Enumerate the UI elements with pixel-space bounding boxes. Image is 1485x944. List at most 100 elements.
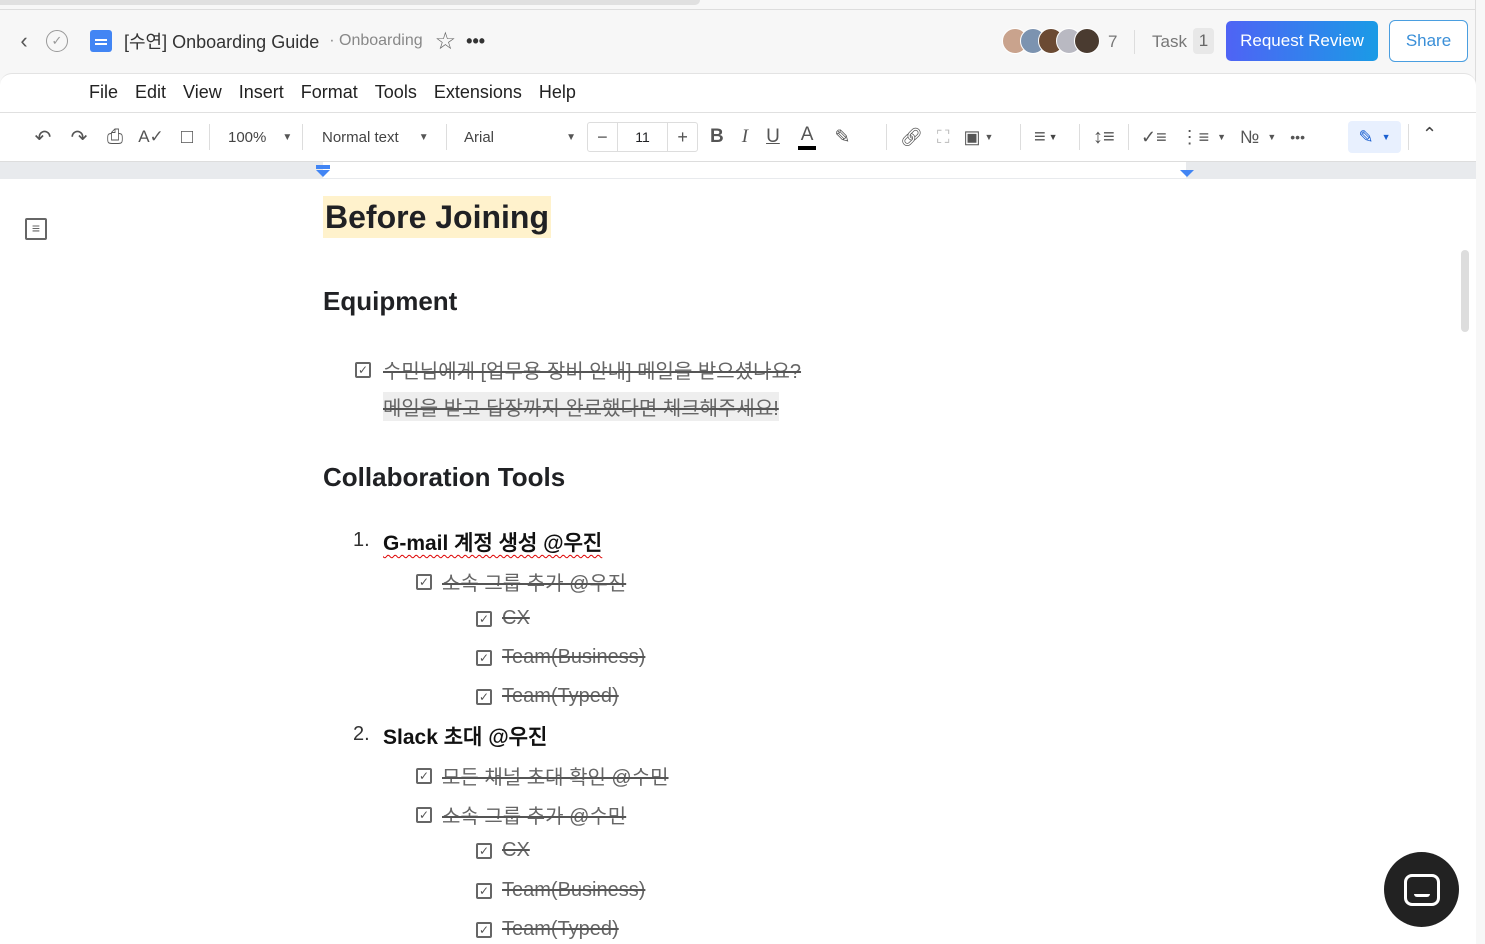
divider — [302, 124, 303, 150]
font-value: Arial — [464, 128, 495, 146]
editing-mode-button[interactable]: ✎ ▼ — [1348, 121, 1401, 153]
checklist-text: CX — [502, 839, 530, 861]
italic-icon[interactable]: I — [742, 126, 748, 148]
pencil-icon: ✎ — [1358, 126, 1374, 147]
star-icon[interactable]: ☆ — [435, 27, 457, 56]
checklist-text: CX — [502, 607, 530, 629]
menu-file[interactable]: File — [89, 82, 118, 103]
undo-icon[interactable]: ↶ — [32, 125, 54, 150]
checklist-item: ✓ CX — [476, 607, 530, 630]
zoom-select[interactable]: 100% ▼ — [228, 122, 292, 152]
request-review-button[interactable]: Request Review — [1226, 21, 1378, 61]
checkbox-checked[interactable]: ✓ — [416, 767, 432, 784]
checklist-text: Team(Typed) — [502, 685, 619, 707]
numbered-list-icon[interactable]: № ▼ — [1240, 127, 1276, 148]
task-label[interactable]: Task — [1152, 32, 1187, 52]
document-title-heading: Before Joining — [323, 196, 552, 238]
menu-insert[interactable]: Insert — [239, 82, 284, 103]
checklist-text: Team(Typed) — [502, 918, 619, 940]
toolbar-insert: 🔗︎ ⛶ ▣ ▼ — [900, 122, 993, 152]
increase-font-icon[interactable]: + — [667, 123, 697, 151]
checklist-item: ✓ 모든 채널 초대 확인 @수민 — [416, 761, 669, 790]
checkbox-checked[interactable]: ✓ — [476, 882, 492, 899]
bold-icon[interactable]: B — [710, 126, 724, 148]
more-icon[interactable]: ••• — [466, 31, 485, 52]
collapse-toolbar-icon[interactable]: ⌃ — [1422, 124, 1437, 145]
checklist-item: ✓ Team(Business) — [476, 646, 645, 669]
image-icon[interactable]: ▣ ▼ — [963, 127, 993, 148]
spellcheck-icon[interactable]: A✓ — [138, 127, 164, 147]
checkbox-checked[interactable]: ✓ — [476, 688, 492, 705]
checklist-text: 모든 채널 초대 확인 @수민 — [442, 767, 669, 789]
menu-extensions[interactable]: Extensions — [434, 82, 522, 103]
back-icon[interactable]: ‹ — [16, 28, 32, 54]
checkbox-checked[interactable]: ✓ — [476, 842, 492, 859]
menu-edit[interactable]: Edit — [135, 82, 166, 103]
print-icon[interactable]: ⎙ — [104, 126, 126, 149]
checklist-text: Team(Business) — [502, 879, 646, 901]
list-number: 2. — [353, 723, 370, 745]
font-select[interactable]: Arial ▼ — [464, 122, 576, 152]
list-item-title: Slack 초대 @우진 — [383, 726, 548, 749]
decrease-font-icon[interactable]: − — [588, 123, 618, 151]
style-select[interactable]: Normal text ▼ — [322, 122, 429, 152]
underline-icon[interactable]: U — [766, 126, 780, 148]
share-button[interactable]: Share — [1389, 20, 1468, 62]
checklist-item: ✓ CX — [476, 839, 530, 862]
toolbar-format: B I U A ✎ — [710, 122, 850, 152]
bulleted-list-icon[interactable]: ⋮≡ ▼ — [1181, 127, 1226, 148]
menu-help[interactable]: Help — [539, 82, 576, 103]
checklist-icon[interactable]: ✓≡ — [1141, 127, 1167, 148]
divider — [0, 112, 1476, 113]
redo-icon[interactable]: ↷ — [68, 125, 90, 150]
divider — [1079, 124, 1080, 150]
menu-view[interactable]: View — [183, 82, 222, 103]
checklist-text: 소속 그룹 추가 @우진 — [442, 573, 627, 595]
line-spacing-button[interactable]: ↕≡ — [1093, 122, 1115, 152]
caret-down-icon: ▼ — [1381, 132, 1391, 142]
checkbox-checked[interactable]: ✓ — [416, 573, 432, 590]
collaborator-avatars[interactable] — [1002, 28, 1100, 54]
checkbox-checked[interactable]: ✓ — [476, 649, 492, 666]
checklist-text: 소속 그룹 추가 @수민 — [442, 806, 627, 828]
font-size-input[interactable]: 11 — [618, 123, 668, 151]
avatar — [1074, 28, 1100, 54]
style-value: Normal text — [322, 128, 399, 146]
checklist-item: ✓ 소속 그룹 추가 @우진 — [416, 567, 626, 596]
document-title[interactable]: [수연] Onboarding Guide — [124, 28, 319, 54]
checkbox-checked[interactable]: ✓ — [476, 921, 492, 938]
collaboration-tools-heading: Collaboration Tools — [323, 462, 566, 492]
chat-button[interactable] — [1384, 852, 1459, 927]
menu-format[interactable]: Format — [301, 82, 358, 103]
zoom-value: 100% — [228, 128, 267, 146]
checklist-text: 메일을 받고 답장까지 완료했다면 체크해주세요! — [383, 392, 779, 421]
outline-icon[interactable]: ≡ — [25, 218, 47, 240]
comment-icon[interactable]: ⛶ — [937, 127, 950, 148]
checklist-item: ✓ Team(Typed) — [476, 685, 619, 708]
text-color-icon[interactable]: A — [797, 124, 817, 150]
editor-panel — [0, 73, 1476, 944]
checkbox-checked[interactable]: ✓ — [476, 610, 492, 627]
first-line-indent-handle[interactable] — [316, 165, 330, 169]
left-indent-handle[interactable] — [316, 170, 330, 177]
align-button[interactable]: ≡ ▼ — [1034, 122, 1058, 152]
checkbox-checked[interactable]: ✓ — [355, 361, 371, 378]
task-count-badge[interactable]: 1 — [1193, 28, 1214, 54]
highlight-icon[interactable]: ✎ — [834, 126, 850, 149]
check-circle-icon[interactable]: ✓ — [46, 30, 68, 52]
ruler-page-area — [323, 162, 1186, 178]
checkbox-checked[interactable]: ✓ — [416, 806, 432, 823]
caret-down-icon: ▼ — [418, 131, 429, 143]
right-indent-handle[interactable] — [1180, 170, 1194, 177]
checklist-item: ✓ 소속 그룹 추가 @수민 — [416, 800, 626, 829]
chat-icon — [1403, 873, 1440, 906]
paint-format-icon[interactable]: □ — [176, 126, 198, 149]
breadcrumb[interactable]: · Onboarding — [329, 32, 422, 50]
toolbar-lists: ✓≡ ⋮≡ ▼ № ▼ ••• — [1141, 122, 1305, 152]
checklist-text: 수민님에게 [업무용 장비 안내] 메일을 받으셨나요? — [383, 361, 802, 383]
scrollbar[interactable] — [1461, 250, 1469, 332]
menu-tools[interactable]: Tools — [375, 82, 417, 103]
divider — [1134, 30, 1135, 54]
link-icon[interactable]: 🔗︎ — [900, 127, 923, 148]
more-icon[interactable]: ••• — [1290, 129, 1305, 145]
